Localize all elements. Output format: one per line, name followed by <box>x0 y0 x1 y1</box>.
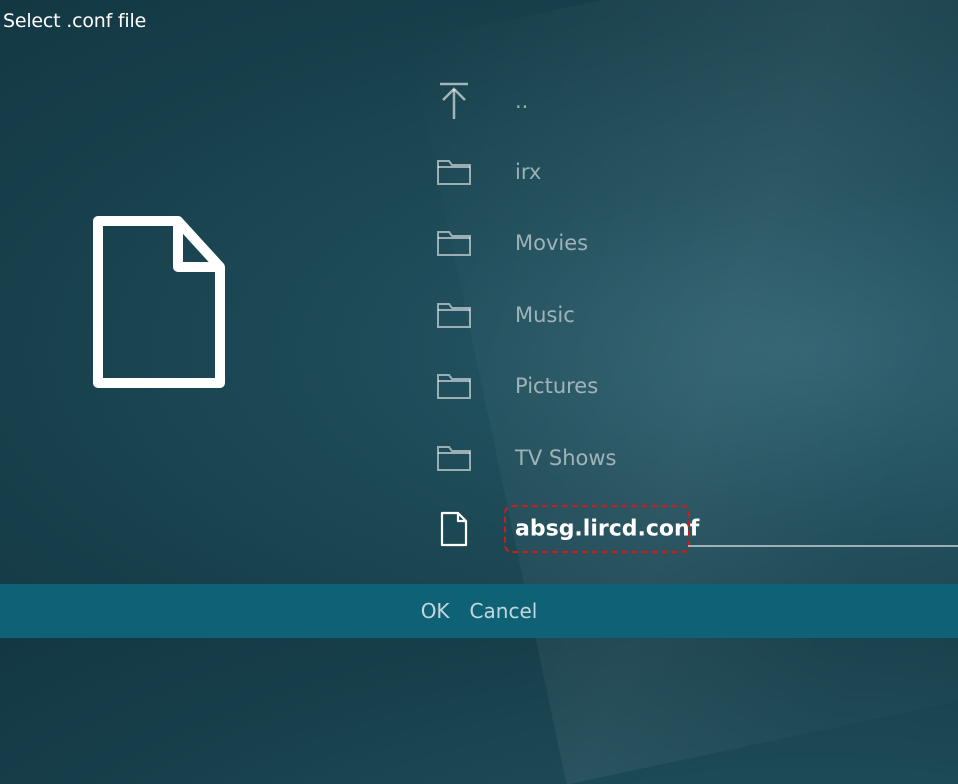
folder-icon <box>436 297 472 333</box>
list-item-parent[interactable]: .. <box>420 65 958 136</box>
list-item-folder[interactable]: Pictures <box>420 351 958 422</box>
ok-button[interactable]: OK <box>411 599 460 623</box>
list-item-label: Movies <box>515 231 589 256</box>
cancel-button[interactable]: Cancel <box>460 599 548 623</box>
folder-icon <box>436 368 472 404</box>
list-item-label: absg.lircd.conf <box>515 516 700 542</box>
list-item-label: .. <box>515 88 529 113</box>
dialog-title: Select .conf file <box>3 10 147 32</box>
list-item-folder[interactable]: TV Shows <box>420 422 958 493</box>
list-item-label: TV Shows <box>515 445 617 470</box>
list-item-file-selected[interactable]: absg.lircd.conf <box>420 493 958 564</box>
dialog-footer: OK Cancel <box>0 584 958 638</box>
file-list: .. irx Movies Music Pictures TV Shows ab… <box>420 65 958 565</box>
file-icon <box>436 511 472 547</box>
file-preview-icon <box>92 215 226 389</box>
list-item-folder[interactable]: irx <box>420 136 958 207</box>
up-arrow-icon <box>436 82 472 119</box>
list-item-label: irx <box>515 160 542 185</box>
selection-underline <box>688 545 958 548</box>
list-item-folder[interactable]: Movies <box>420 208 958 279</box>
list-item-label: Pictures <box>515 374 599 399</box>
list-item-label: Music <box>515 302 575 327</box>
list-item-folder[interactable]: Music <box>420 279 958 350</box>
folder-icon <box>436 440 472 476</box>
folder-icon <box>436 154 472 190</box>
folder-icon <box>436 225 472 261</box>
